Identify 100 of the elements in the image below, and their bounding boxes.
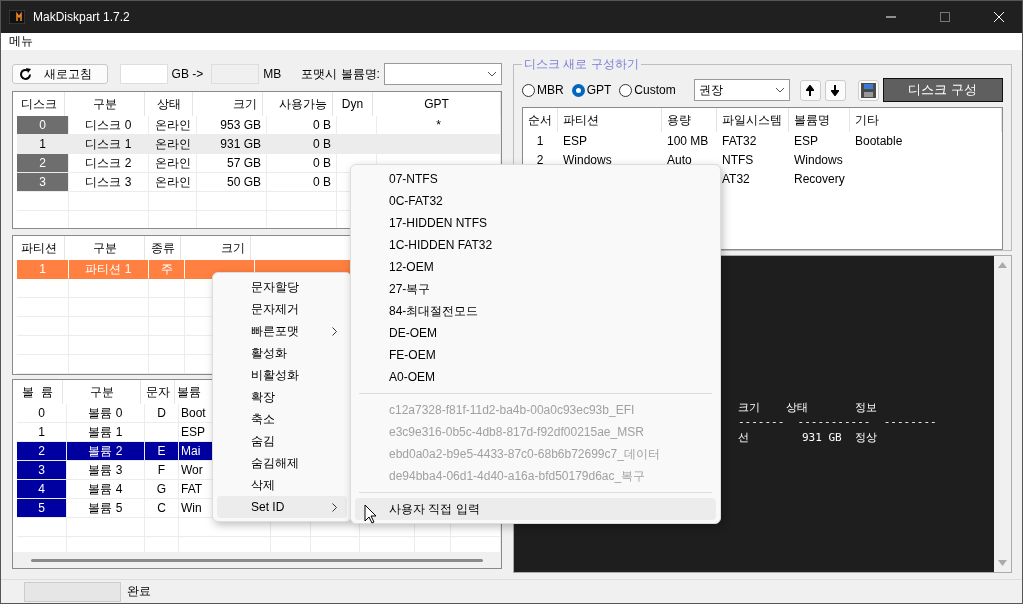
table-cell-text: Windows bbox=[562, 152, 613, 169]
scroll-down-icon[interactable] bbox=[997, 560, 1007, 566]
column-header[interactable]: 파티션 bbox=[558, 108, 662, 132]
table-cell-text: 1 bbox=[535, 133, 545, 150]
save-button[interactable] bbox=[857, 79, 879, 101]
table-cell-text: Bootable bbox=[854, 133, 904, 150]
table-cell: 2 bbox=[17, 442, 67, 461]
status-text: 완료 bbox=[127, 583, 151, 600]
table-cell: 2 bbox=[17, 154, 69, 173]
move-down-button[interactable] bbox=[824, 79, 846, 101]
menu-item[interactable]: 활성화 bbox=[217, 342, 347, 364]
menu-item[interactable]: Set ID bbox=[217, 496, 347, 518]
move-up-button[interactable] bbox=[799, 79, 821, 101]
column-header[interactable]: 상태 bbox=[145, 92, 193, 116]
table-cell: 57 GB bbox=[197, 154, 267, 173]
table-cell: 볼륨 5 bbox=[67, 499, 145, 518]
table-cell-text: NTFS bbox=[721, 152, 755, 169]
table-cell-text: 2 bbox=[535, 152, 545, 169]
table-cell: 온라인 bbox=[149, 135, 197, 154]
column-header[interactable]: 사용가능 bbox=[263, 92, 333, 116]
scheme-radio[interactable]: MBR bbox=[522, 83, 564, 97]
table-cell: 온라인 bbox=[149, 173, 197, 192]
chevron-down-icon bbox=[487, 71, 497, 77]
arrow-down-icon bbox=[831, 84, 840, 96]
close-icon bbox=[994, 12, 1004, 22]
column-header[interactable]: 기타 bbox=[850, 108, 1002, 132]
group-title: 디스크 새로 구성하기 bbox=[523, 56, 640, 73]
table-cell: 0 B bbox=[267, 154, 337, 173]
menu-item[interactable]: 17-HIDDEN NTFS bbox=[355, 212, 716, 234]
table-cell-text: Auto bbox=[666, 152, 693, 169]
column-header[interactable]: GPT bbox=[373, 92, 501, 116]
column-header[interactable]: 문자 bbox=[141, 380, 175, 404]
table-cell: 볼륨 2 bbox=[67, 442, 145, 461]
table-cell: E bbox=[145, 442, 179, 461]
apply-layout-button[interactable]: 디스크 구성 bbox=[882, 78, 1003, 102]
table-cell: 디스크 3 bbox=[69, 173, 149, 192]
volume-label-dropdown[interactable] bbox=[383, 63, 502, 85]
table-cell: 1 bbox=[17, 260, 69, 279]
table-cell: 931 GB bbox=[197, 135, 267, 154]
table-cell: 디스크 1 bbox=[69, 135, 149, 154]
menu-item[interactable]: 사용자 직접 입력 bbox=[355, 498, 716, 520]
empty-cell bbox=[17, 192, 69, 211]
table-cell: C bbox=[145, 499, 179, 518]
chevron-right-icon bbox=[332, 326, 337, 336]
column-header[interactable]: Dyn bbox=[333, 92, 373, 116]
table-cell: 4 bbox=[17, 480, 67, 499]
table-cell: 0 bbox=[17, 404, 67, 423]
empty-cell bbox=[17, 279, 69, 298]
arrow-up-icon bbox=[806, 84, 815, 96]
menu-item[interactable]: FE-OEM bbox=[355, 344, 716, 366]
table-cell: 3 bbox=[17, 461, 67, 480]
table-cell-text: AT32 bbox=[721, 171, 751, 188]
menu-item[interactable]: 비활성화 bbox=[217, 364, 347, 386]
table-cell: 온라인 bbox=[149, 154, 197, 173]
table-cell: 볼륨 4 bbox=[67, 480, 145, 499]
chevron-down-icon bbox=[774, 87, 785, 93]
table-cell: 주 bbox=[149, 260, 185, 279]
menu-item[interactable]: 문자제거 bbox=[217, 298, 347, 320]
gb-unit-label: GB -> bbox=[171, 67, 204, 81]
column-header[interactable]: 크기 bbox=[193, 92, 263, 116]
table-cell: 1 bbox=[17, 135, 69, 154]
console-line: 크기 상태 정보 bbox=[738, 400, 878, 414]
table-cell: G bbox=[145, 480, 179, 499]
table-cell-text: ESP bbox=[562, 133, 588, 150]
column-header[interactable]: 용량 bbox=[662, 108, 717, 132]
scheme-radio[interactable]: GPT bbox=[571, 83, 612, 97]
column-header[interactable]: 볼 륨 bbox=[13, 380, 63, 404]
size-gb-field[interactable] bbox=[119, 64, 168, 84]
column-header[interactable]: 구분 bbox=[63, 380, 141, 404]
menu-item[interactable]: 07-NTFS bbox=[355, 168, 716, 190]
menu-item[interactable]: 12-OEM bbox=[355, 256, 716, 278]
maximize-icon bbox=[940, 12, 950, 22]
menu-item[interactable]: 84-최대절전모드 bbox=[355, 300, 716, 322]
scheme-radio[interactable]: Custom bbox=[619, 83, 676, 97]
empty-cell bbox=[17, 355, 69, 374]
menu-item[interactable]: 27-복구 bbox=[355, 278, 716, 300]
menu-item[interactable]: A0-OEM bbox=[355, 366, 716, 388]
preset-dropdown[interactable]: 권장 bbox=[693, 79, 790, 101]
table-cell: F bbox=[145, 461, 179, 480]
menu-item[interactable]: 메뉴 bbox=[9, 33, 33, 50]
table-cell: 볼륨 3 bbox=[67, 461, 145, 480]
table-cell-text: Windows bbox=[793, 152, 844, 169]
menu-item[interactable]: DE-OEM bbox=[355, 322, 716, 344]
menu-item[interactable]: 1C-HIDDEN FAT32 bbox=[355, 234, 716, 256]
column-header[interactable]: 파일시스템 bbox=[717, 108, 789, 132]
table-cell-text: FAT32 bbox=[721, 133, 758, 150]
menu-item[interactable]: 빠른포맷 bbox=[217, 320, 347, 342]
table-cell: 디스크 2 bbox=[69, 154, 149, 173]
refresh-button[interactable]: 새로고침 bbox=[12, 64, 108, 84]
column-header[interactable]: 볼륨명 bbox=[789, 108, 850, 132]
scroll-up-icon[interactable] bbox=[997, 262, 1007, 268]
horizontal-scrollbar[interactable] bbox=[13, 552, 501, 568]
vertical-scrollbar[interactable] bbox=[993, 256, 1011, 572]
table-cell: 5 bbox=[17, 499, 67, 518]
menu-item[interactable]: 0C-FAT32 bbox=[355, 190, 716, 212]
column-header[interactable]: 순서 bbox=[523, 108, 558, 132]
table-cell: 50 GB bbox=[197, 173, 267, 192]
table-cell-text: Recovery bbox=[793, 171, 846, 188]
volume-label-label: 포맷시 볼륨명: bbox=[301, 65, 380, 83]
menu-item[interactable]: 문자할당 bbox=[217, 276, 347, 298]
